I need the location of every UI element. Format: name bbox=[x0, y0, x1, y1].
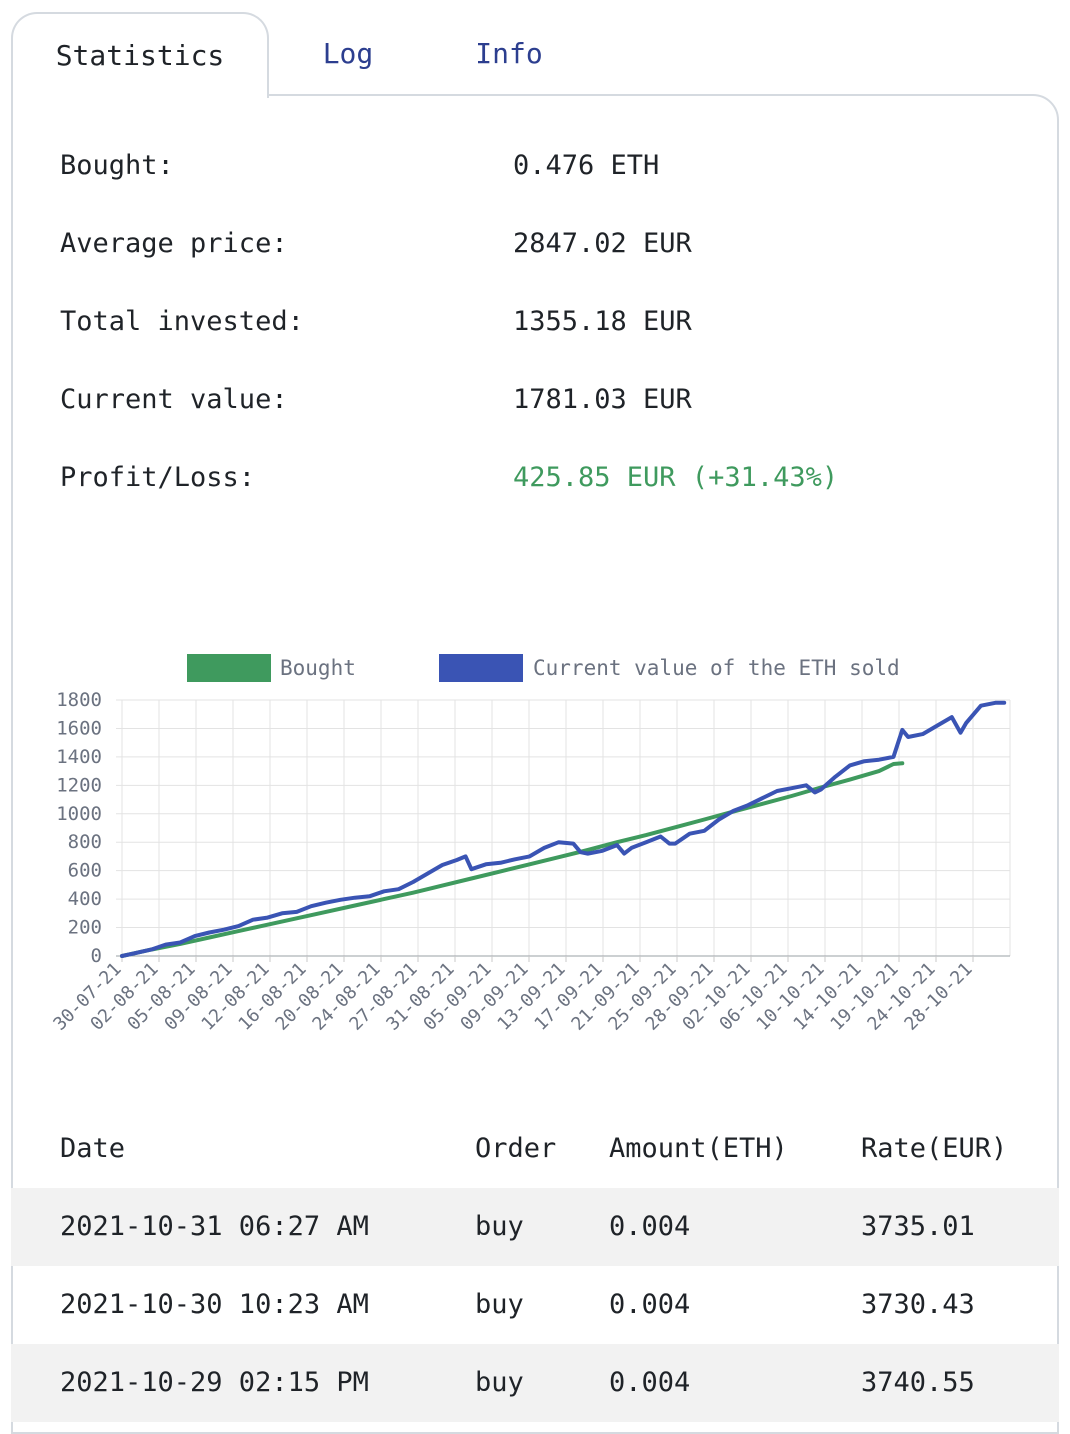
stat-value: 1355.18 EUR bbox=[513, 306, 692, 337]
header-date: Date bbox=[60, 1133, 126, 1164]
stat-value: 0.476 ETH bbox=[513, 150, 660, 181]
table-header: Date Order Amount(ETH) Rate(EUR) bbox=[11, 1110, 1059, 1188]
value-chart: 0 200 400 600 800 1000 1200 1400 1600 1800 30-07-2… bbox=[0, 640, 1070, 1080]
stat-label: Average price: bbox=[60, 228, 288, 259]
orders-table: Date Order Amount(ETH) Rate(EUR) 2021-10… bbox=[11, 1110, 1059, 1422]
y-tick-label: 1600 bbox=[56, 717, 102, 739]
header-order: Order bbox=[475, 1133, 557, 1164]
legend-label-current-value: Current value of the ETH sold bbox=[533, 656, 900, 680]
legend-swatch-bought bbox=[187, 654, 271, 682]
cell-amount: 0.004 bbox=[609, 1367, 691, 1398]
legend-label-bought: Bought bbox=[280, 656, 356, 680]
y-tick-label: 0 bbox=[91, 945, 102, 967]
y-tick-label: 1000 bbox=[56, 803, 102, 825]
stat-label: Profit/Loss: bbox=[60, 462, 256, 493]
cell-order: buy bbox=[475, 1367, 524, 1398]
stat-profit-loss: Profit/Loss: 425.85 EUR (+31.43%) bbox=[60, 462, 1020, 502]
cell-order: buy bbox=[475, 1289, 524, 1320]
table-row: 2021-10-29 02:15 PM buy 0.004 3740.55 bbox=[11, 1344, 1059, 1422]
tab-statistics[interactable]: Statistics bbox=[11, 12, 269, 98]
cell-date: 2021-10-30 10:23 AM bbox=[60, 1289, 369, 1320]
cell-rate: 3735.01 bbox=[861, 1211, 975, 1242]
stat-label: Current value: bbox=[60, 384, 288, 415]
y-tick-label: 1400 bbox=[56, 746, 102, 768]
stat-total-invested: Total invested: 1355.18 EUR bbox=[60, 306, 1020, 346]
stat-bought: Bought: 0.476 ETH bbox=[60, 150, 1020, 190]
cell-rate: 3730.43 bbox=[861, 1289, 975, 1320]
y-tick-label: 1800 bbox=[56, 689, 102, 711]
cell-order: buy bbox=[475, 1211, 524, 1242]
y-tick-label: 600 bbox=[68, 860, 102, 882]
table-row: 2021-10-31 06:27 AM buy 0.004 3735.01 bbox=[11, 1188, 1059, 1266]
header-amount: Amount(ETH) bbox=[609, 1133, 788, 1164]
stat-value: 1781.03 EUR bbox=[513, 384, 692, 415]
cell-date: 2021-10-31 06:27 AM bbox=[60, 1211, 369, 1242]
y-tick-label: 1200 bbox=[56, 774, 102, 796]
y-tick-label: 200 bbox=[68, 917, 102, 939]
current-value-series-line bbox=[120, 700, 1007, 958]
header-rate: Rate(EUR) bbox=[861, 1133, 1008, 1164]
cell-date: 2021-10-29 02:15 PM bbox=[60, 1367, 369, 1398]
stat-value: 2847.02 EUR bbox=[513, 228, 692, 259]
tab-log[interactable]: Log bbox=[288, 12, 408, 96]
tab-info[interactable]: Info bbox=[450, 12, 568, 96]
chart-svg: 02004006008001000120014001600180030-07-2… bbox=[49, 654, 1011, 1035]
cell-rate: 3740.55 bbox=[861, 1367, 975, 1398]
stat-average-price: Average price: 2847.02 EUR bbox=[60, 228, 1020, 268]
stat-current-value: Current value: 1781.03 EUR bbox=[60, 384, 1020, 424]
tab-bar: Statistics Log Info bbox=[0, 0, 1070, 98]
cell-amount: 0.004 bbox=[609, 1211, 691, 1242]
table-row: 2021-10-30 10:23 AM buy 0.004 3730.43 bbox=[11, 1266, 1059, 1344]
profit-loss-value: 425.85 EUR (+31.43%) bbox=[513, 462, 839, 493]
stat-label: Total invested: bbox=[60, 306, 304, 337]
legend-swatch-current-value bbox=[439, 654, 523, 682]
y-tick-label: 400 bbox=[68, 888, 102, 910]
stat-label: Bought: bbox=[60, 150, 174, 181]
y-tick-label: 800 bbox=[68, 831, 102, 853]
cell-amount: 0.004 bbox=[609, 1289, 691, 1320]
